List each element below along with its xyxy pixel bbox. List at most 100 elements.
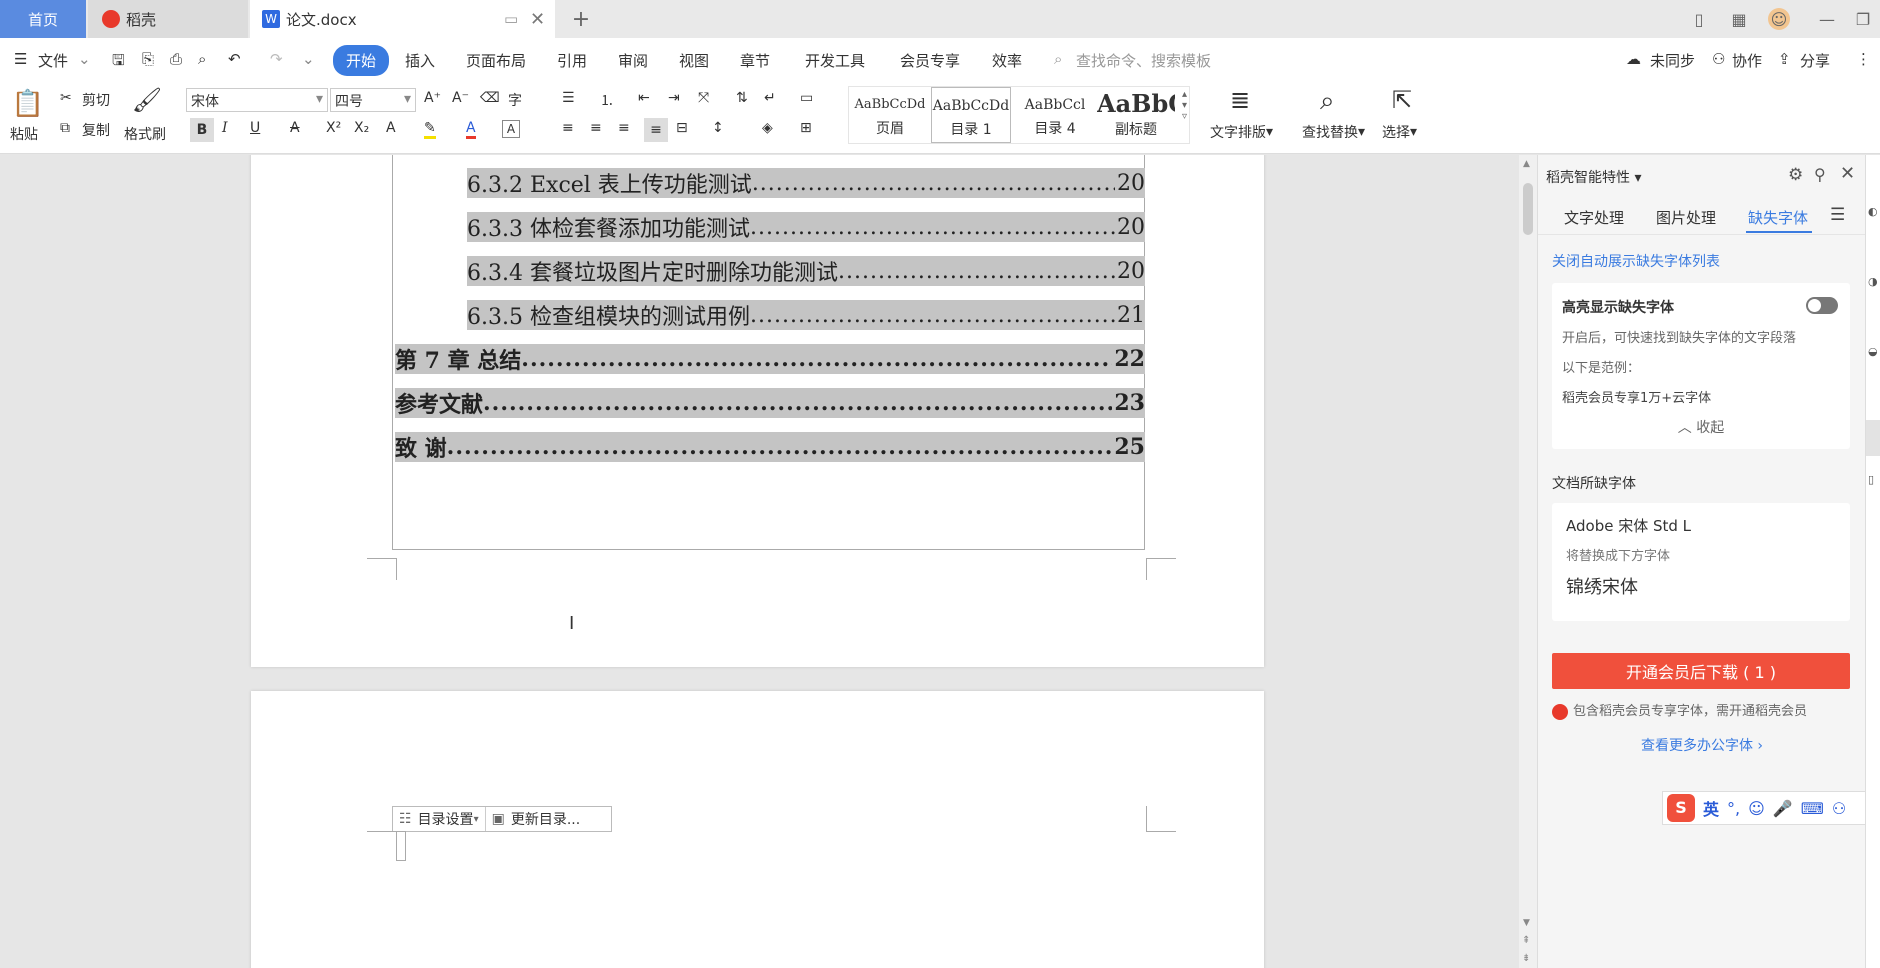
copy-button[interactable]: 复制 (82, 120, 110, 140)
toc-entry[interactable]: 6.3.4 套餐垃圾图片定时删除功能测试....................… (467, 256, 1145, 286)
side-tool-active[interactable] (1866, 420, 1880, 456)
superscript-icon[interactable]: X² (326, 120, 341, 136)
sync-status[interactable]: 未同步 (1650, 50, 1695, 71)
close-auto-show-link[interactable]: 关闭自动展示缺失字体列表 (1552, 251, 1720, 271)
paste-button[interactable]: 粘贴 (10, 124, 38, 144)
menu-insert[interactable]: 插入 (405, 50, 435, 71)
menu-view[interactable]: 视图 (679, 50, 709, 71)
cut-button[interactable]: 剪切 (82, 90, 110, 110)
char-border-icon[interactable]: A (502, 120, 520, 138)
microphone-icon[interactable]: 🎤 (1773, 799, 1793, 818)
toc-entry[interactable]: 致 谢.....................................… (395, 432, 1145, 462)
menu-review[interactable]: 审阅 (618, 50, 648, 71)
gallery-scroll-icon[interactable]: ▴ ▾ ▿ (1182, 89, 1187, 122)
undo-icon[interactable]: ↶ (228, 50, 241, 68)
export-pdf-icon[interactable]: ⎘ (142, 50, 154, 68)
collab-button[interactable]: 协作 (1732, 50, 1762, 71)
menu-list-icon[interactable]: ☰ (1830, 205, 1845, 225)
restore-icon[interactable]: ❐ (1852, 8, 1874, 30)
numbered-list-icon[interactable]: ⒈ (600, 90, 614, 110)
pinyin-icon[interactable]: 字 (508, 90, 522, 110)
toc-entry[interactable]: 6.3.5 检查组模块的测试用例........................… (467, 300, 1145, 330)
ime-language-toggle[interactable]: 英 (1703, 796, 1719, 820)
redo-icon[interactable]: ↷ (270, 50, 283, 68)
panel-title[interactable]: 稻壳智能特性 ▾ (1546, 167, 1641, 187)
print-preview-icon[interactable]: ⌕ (198, 50, 206, 68)
tab-daoke[interactable]: 稻壳 (88, 0, 248, 38)
tab-document[interactable]: W 论文.docx ▭ ✕ (250, 0, 555, 38)
grow-font-icon[interactable]: A⁺ (424, 90, 441, 106)
clear-format-icon[interactable]: ⌫ (480, 90, 500, 106)
shrink-font-icon[interactable]: A⁻ (452, 90, 469, 106)
toc-entry[interactable]: 6.3.2 Excel 表上传功能测试.....................… (467, 168, 1145, 198)
text-layout-icon[interactable]: ≣ (1230, 86, 1250, 114)
scroll-up-icon[interactable]: ▲ (1523, 159, 1530, 169)
chinese-layout-icon[interactable]: ⤧ (698, 90, 709, 106)
justify-icon[interactable]: ≡ (644, 118, 668, 142)
float-window-icon[interactable]: ▭ (504, 10, 518, 28)
document-canvas[interactable]: 6.3.2 Excel 表上传功能测试.....................… (0, 155, 1520, 968)
style-toc4[interactable]: AaBbCcl 目录 4 (1015, 87, 1095, 143)
tab-image-processing[interactable]: 图片处理 (1656, 207, 1716, 228)
user-icon[interactable]: ⚇ (1832, 799, 1846, 818)
style-toc1[interactable]: AaBbCcDd 目录 1 (931, 87, 1011, 143)
chevron-down-icon[interactable]: ▾ (474, 814, 479, 825)
menu-devtools[interactable]: 开发工具 (805, 50, 865, 71)
style-subtitle[interactable]: AaBbC 副标题 (1097, 87, 1175, 143)
emoji-icon[interactable]: ☺ (1748, 799, 1765, 818)
menu-file[interactable]: 文件 (38, 50, 68, 71)
find-replace-button[interactable]: 查找替换 ▾ (1302, 122, 1365, 142)
shading-icon[interactable]: ◈ (762, 120, 773, 136)
copy-icon[interactable]: ⧉ (60, 120, 70, 136)
toc-entry[interactable]: 参考文献....................................… (395, 388, 1145, 418)
side-tool-icon[interactable]: ◐ (1868, 205, 1878, 218)
bold-icon[interactable]: B (190, 118, 214, 142)
grid-apps-icon[interactable]: ▦ (1728, 8, 1750, 30)
vertical-scrollbar[interactable]: ▲ ▼ ⇞ ⇟ (1519, 155, 1537, 968)
side-tool-icon[interactable]: ◑ (1868, 275, 1878, 288)
menu-efficiency[interactable]: 效率 (992, 50, 1022, 71)
scroll-thumb[interactable] (1523, 183, 1533, 235)
next-page-icon[interactable]: ⇟ (1522, 953, 1530, 964)
save-icon[interactable]: 🖫 (112, 50, 125, 75)
ruler-icon[interactable]: ▭ (800, 90, 813, 106)
select-cursor-icon[interactable]: ⇱ (1392, 86, 1412, 114)
toc-entry[interactable]: 第 7 章 总结................................… (395, 344, 1145, 374)
cut-icon[interactable]: ✂ (60, 90, 72, 106)
page-toc[interactable]: 6.3.2 Excel 表上传功能测试.....................… (251, 155, 1264, 667)
sort-icon[interactable]: ⇅ (736, 90, 748, 106)
show-marks-icon[interactable]: ↵ (764, 90, 776, 106)
font-color-icon[interactable]: A (466, 120, 476, 139)
side-tool-icon[interactable]: ▯ (1868, 473, 1874, 486)
command-search-input[interactable]: 查找命令、搜索模板 (1076, 50, 1211, 71)
find-icon[interactable]: ⌕ (1320, 86, 1335, 117)
bullet-list-icon[interactable]: ☰ (562, 90, 575, 106)
subscript-icon[interactable]: X₂ (354, 120, 369, 136)
select-button[interactable]: 选择 ▾ (1382, 122, 1417, 142)
new-tab-icon[interactable]: + (570, 7, 592, 32)
ime-logo-icon[interactable]: S (1667, 794, 1695, 822)
settings-gear-icon[interactable]: ⚙ (1788, 165, 1803, 185)
toc-entry[interactable]: 6.3.3 体检套餐添加功能测试........................… (467, 212, 1145, 242)
print-icon[interactable]: ⎙ (170, 50, 182, 68)
line-spacing-icon[interactable]: ↕ (712, 120, 724, 136)
layout-switch-icon[interactable]: ▯ (1688, 8, 1710, 30)
highlight-toggle[interactable] (1806, 297, 1838, 314)
strikethrough-icon[interactable]: A (290, 120, 300, 136)
update-toc-button[interactable]: 更新目录... (511, 809, 580, 829)
menu-member[interactable]: 会员专享 (900, 50, 960, 71)
tab-home[interactable]: 首页 (0, 0, 86, 38)
paste-icon[interactable]: 📋 (10, 86, 46, 122)
chevron-down-icon[interactable]: ⌄ (78, 50, 91, 68)
italic-icon[interactable]: I (222, 120, 228, 136)
collapse-button[interactable]: ︿ 收起 (1552, 417, 1850, 437)
font-name-select[interactable]: 宋体 ▾ (186, 88, 328, 112)
keyboard-icon[interactable]: ⌨ (1801, 799, 1824, 818)
align-left-icon[interactable]: ≡ (562, 120, 574, 136)
text-layout-button[interactable]: 文字排版 ▾ (1210, 122, 1273, 142)
align-center-icon[interactable]: ≡ (590, 120, 602, 136)
tab-missing-fonts[interactable]: 缺失字体 (1748, 207, 1808, 228)
avatar[interactable]: ☺ (1768, 8, 1790, 30)
highlight-icon[interactable]: ✎ (424, 120, 436, 139)
hamburger-icon[interactable]: ☰ (14, 50, 27, 68)
